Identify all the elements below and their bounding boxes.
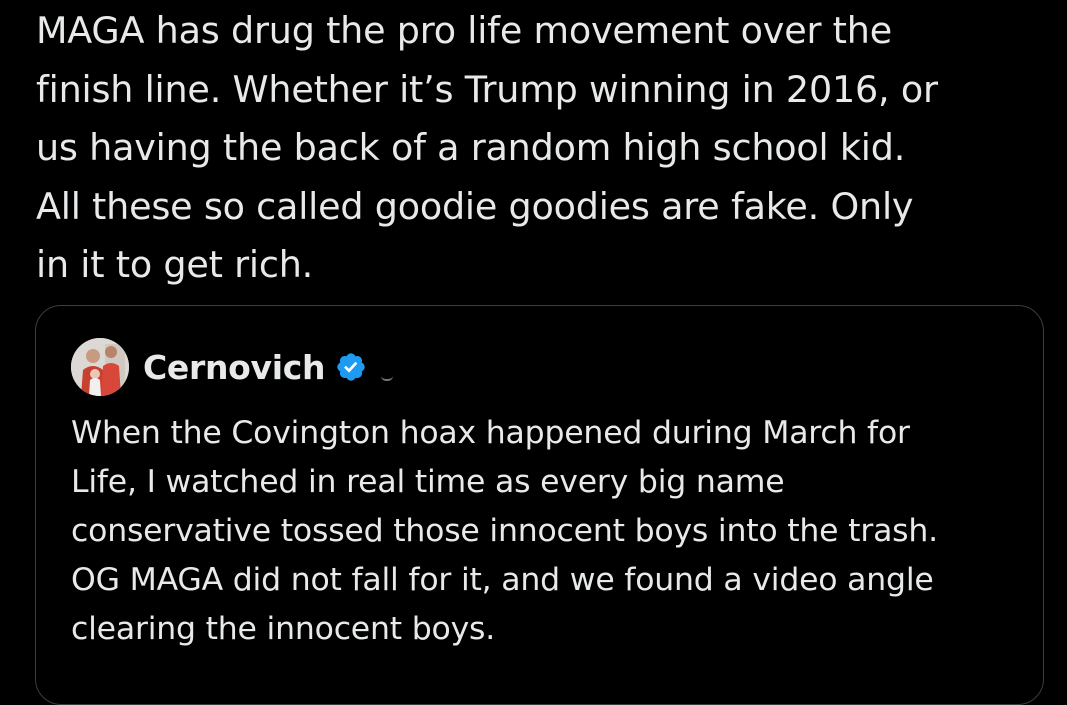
quoted-text-line: When the Covington hoax happened during … <box>71 415 910 451</box>
author-name[interactable]: Cernovich <box>143 348 326 387</box>
quoted-post-header[interactable]: Cernovich <box>71 338 394 396</box>
quoted-post-card[interactable]: Cernovich When the Covington hoax happen… <box>35 305 1044 705</box>
author-avatar[interactable] <box>71 338 129 396</box>
verified-badge-icon <box>337 353 365 381</box>
post-body: MAGA has drug the pro life movement over… <box>36 2 1046 295</box>
quoted-post-body: When the Covington hoax happened during … <box>71 409 1031 654</box>
post-text-line: All these so called goodie goodies are f… <box>36 184 914 228</box>
quoted-text-line: clearing the innocent boys. <box>71 611 496 647</box>
post-text-line: MAGA has drug the pro life movement over… <box>36 9 892 52</box>
user-avatar-icon <box>71 338 129 396</box>
quoted-text-line: OG MAGA did not fall for it, and we foun… <box>71 562 934 598</box>
handle-truncated-mark <box>381 376 394 381</box>
quoted-text-line: Life, I watched in real time as every bi… <box>71 464 785 500</box>
quoted-text-line: conservative tossed those innocent boys … <box>71 513 938 549</box>
post-text-line: finish line. Whether it’s Trump winning … <box>36 67 938 111</box>
post-text-line: us having the back of a random high scho… <box>36 126 906 169</box>
post-text-line: in it to get rich. <box>36 243 314 286</box>
